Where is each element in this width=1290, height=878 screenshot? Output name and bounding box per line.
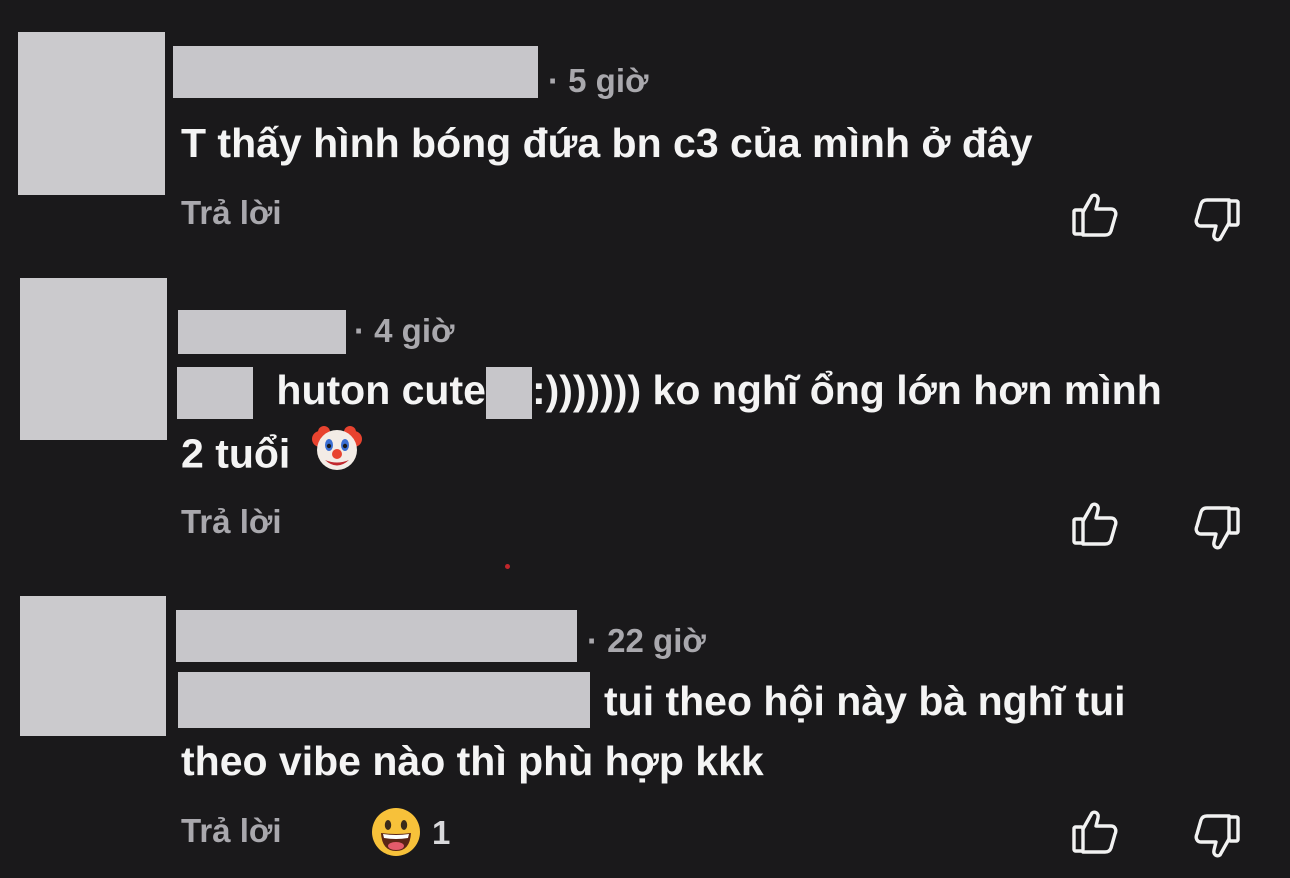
- grinning-face-sweat-icon: [370, 806, 422, 863]
- redacted-emoji: [485, 367, 532, 420]
- thumbs-down-icon[interactable]: [1190, 808, 1246, 864]
- comment-text-line1: huton cute :))))))) ko nghĩ ổng lớn hơn m…: [177, 359, 1162, 421]
- redacted-mention: [177, 367, 253, 420]
- thumbs-up-icon[interactable]: [1066, 804, 1122, 860]
- comment-text-part1: huton cute: [276, 367, 486, 413]
- timestamp: · 22 giờ: [587, 622, 706, 659]
- comment-text-line2: theo vibe nào thì phù hợp kkk: [181, 738, 764, 784]
- clown-face-icon: [310, 421, 364, 492]
- timestamp: · 4 giờ: [354, 312, 455, 349]
- redacted-username[interactable]: [173, 46, 538, 98]
- comment-text-line2-text: 2 tuổi: [181, 430, 291, 477]
- thumbs-up-icon[interactable]: [1066, 187, 1122, 243]
- comment-text-part2: :))))))) ko nghĩ ổng lớn hơn mình: [531, 367, 1162, 413]
- redacted-username[interactable]: [176, 610, 577, 662]
- avatar[interactable]: [18, 32, 165, 195]
- reply-button[interactable]: Trả lời: [181, 194, 282, 232]
- comment-text: T thấy hình bóng đứa bn c3 của mình ở đâ…: [181, 120, 1033, 166]
- avatar[interactable]: [20, 278, 167, 440]
- reply-button[interactable]: Trả lời: [181, 812, 282, 850]
- timestamp: · 5 giờ: [548, 62, 649, 99]
- thumbs-down-icon[interactable]: [1190, 500, 1246, 556]
- decorative-dot: [505, 564, 510, 569]
- thumbs-up-icon[interactable]: [1066, 496, 1122, 552]
- redacted-username[interactable]: [178, 310, 346, 354]
- reply-button[interactable]: Trả lời: [181, 503, 282, 541]
- redacted-mention: [178, 672, 590, 728]
- thumbs-down-icon[interactable]: [1190, 192, 1246, 248]
- comment-text-line1: tui theo hội này bà nghĩ tui: [604, 678, 1126, 724]
- reaction-count: 1: [432, 814, 451, 851]
- comment-text-line2: 2 tuổi: [181, 421, 364, 492]
- avatar[interactable]: [20, 596, 166, 736]
